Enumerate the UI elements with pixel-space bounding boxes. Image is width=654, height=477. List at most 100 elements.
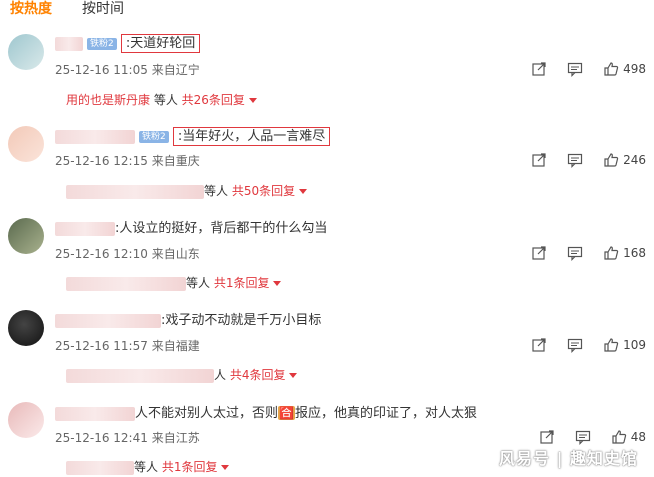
avatar[interactable] <box>8 126 44 162</box>
like-button[interactable]: 109 <box>603 337 646 353</box>
chevron-down-icon <box>221 465 230 470</box>
username[interactable] <box>55 129 135 144</box>
watermark: 风易号 | 趣知史馆 <box>499 449 638 468</box>
comment-text-part1: 人不能对别人太过，否则 <box>135 406 279 421</box>
reply-count[interactable]: 共1条回复 <box>162 460 218 474</box>
chevron-down-icon <box>289 373 298 378</box>
fan-badge: 铁粉2 <box>87 37 117 50</box>
comment-text: :当年好火，人品一言难尽 <box>172 127 331 146</box>
comment-icon <box>567 153 583 168</box>
comment-text-part2: 报应，他真的印证了，对人太狠 <box>294 406 477 421</box>
timestamp: 25-12-16 11:57 <box>55 339 148 353</box>
like-button[interactable]: 48 <box>611 429 646 445</box>
thumb-up-icon <box>612 430 626 444</box>
comment-button[interactable] <box>567 337 583 353</box>
share-icon <box>532 153 546 167</box>
location: 来自辽宁 <box>151 63 200 77</box>
comment-text: :人设立的挺好，背后都干的什么勾当 <box>115 221 328 236</box>
comment-button[interactable] <box>575 429 591 445</box>
username[interactable] <box>55 313 161 328</box>
comment-actions: 168 <box>531 245 646 261</box>
comment-icon <box>567 338 583 353</box>
comment-text: :戏子动不动就是千万小目标 <box>161 313 322 328</box>
tab-time[interactable]: 按时间 <box>82 0 124 22</box>
comment-meta: 25-12-16 11:57 来自福建 <box>55 338 200 354</box>
comment-meta: 25-12-16 12:15 来自重庆 <box>55 153 200 169</box>
share-button[interactable] <box>531 337 547 353</box>
reply-count[interactable]: 共26条回复 <box>182 93 245 107</box>
comment-button[interactable] <box>567 61 583 77</box>
thumb-up-icon <box>604 246 619 260</box>
chevron-down-icon <box>273 281 282 286</box>
sort-tabs: 按热度 按时间 <box>0 0 124 22</box>
location: 来自山东 <box>151 247 200 261</box>
reply-user[interactable] <box>66 276 186 291</box>
reply-summary[interactable]: 等人 共1条回复 <box>66 275 282 291</box>
location: 来自重庆 <box>151 154 200 168</box>
share-icon <box>540 430 554 444</box>
timestamp: 25-12-16 12:41 <box>55 431 148 445</box>
reply-mid: 等人 <box>204 184 232 198</box>
avatar[interactable] <box>8 402 44 438</box>
reply-mid: 等人 <box>134 460 162 474</box>
like-count: 498 <box>623 62 646 76</box>
comment-text: :天道好轮回 <box>120 34 201 53</box>
like-button[interactable]: 246 <box>603 152 646 168</box>
share-button[interactable] <box>539 429 555 445</box>
comment-header: 人不能对别人太过，否则🈴报应，他真的印证了，对人太狠 <box>55 404 477 423</box>
chevron-down-icon <box>299 189 308 194</box>
comment-header: 铁粉2 :当年好火，人品一言难尽 <box>55 127 331 146</box>
like-count: 109 <box>623 338 646 352</box>
reply-count[interactable]: 共4条回复 <box>230 368 286 382</box>
username[interactable] <box>55 406 135 421</box>
avatar[interactable] <box>8 218 44 254</box>
reply-mid: 等人 <box>186 276 214 290</box>
like-count: 168 <box>623 246 646 260</box>
tab-hot[interactable]: 按热度 <box>10 0 52 22</box>
reply-count[interactable]: 共1条回复 <box>214 276 270 290</box>
timestamp: 25-12-16 12:10 <box>55 247 148 261</box>
comment-button[interactable] <box>567 245 583 261</box>
avatar[interactable] <box>8 34 44 70</box>
share-icon <box>532 246 546 260</box>
location: 来自江苏 <box>151 431 200 445</box>
share-icon <box>532 62 546 76</box>
reply-user[interactable]: 用的也是斯丹康 <box>66 93 150 107</box>
reply-summary[interactable]: 用的也是斯丹康 等人 共26条回复 <box>66 92 257 108</box>
comment-actions: 498 <box>531 61 646 77</box>
share-button[interactable] <box>531 61 547 77</box>
location: 来自福建 <box>151 339 200 353</box>
reply-count[interactable]: 共50条回复 <box>232 184 295 198</box>
like-button[interactable]: 168 <box>603 245 646 261</box>
share-button[interactable] <box>531 152 547 168</box>
reply-summary[interactable]: 人 共4条回复 <box>66 367 298 383</box>
comment-header: 铁粉2 :天道好轮回 <box>55 34 201 53</box>
thumb-up-icon <box>604 62 619 76</box>
chevron-down-icon <box>248 98 257 103</box>
comment-actions: 109 <box>531 337 646 353</box>
reply-user[interactable] <box>66 184 204 199</box>
reply-user[interactable] <box>66 368 214 383</box>
username[interactable] <box>55 36 83 51</box>
reply-mid: 等人 <box>150 93 182 107</box>
timestamp: 25-12-16 11:05 <box>55 63 148 77</box>
comment-header: :戏子动不动就是千万小目标 <box>55 312 321 330</box>
share-button[interactable] <box>531 245 547 261</box>
reply-summary[interactable]: 等人 共50条回复 <box>66 183 308 199</box>
username[interactable] <box>55 221 115 236</box>
reply-user[interactable] <box>66 460 134 475</box>
comment-icon <box>567 246 583 261</box>
reply-summary[interactable]: 等人 共1条回复 <box>66 459 230 475</box>
comment-icon <box>575 430 590 445</box>
comment-meta: 25-12-16 12:10 来自山东 <box>55 246 200 262</box>
like-count: 48 <box>630 430 646 444</box>
thumb-up-icon <box>604 338 619 352</box>
fan-badge: 铁粉2 <box>139 130 169 143</box>
timestamp: 25-12-16 12:15 <box>55 154 148 168</box>
like-count: 246 <box>623 153 646 167</box>
like-button[interactable]: 498 <box>603 61 646 77</box>
comment-header: :人设立的挺好，背后都干的什么勾当 <box>55 220 327 238</box>
comment-button[interactable] <box>567 152 583 168</box>
comment-meta: 25-12-16 12:41 来自江苏 <box>55 430 200 446</box>
avatar[interactable] <box>8 310 44 346</box>
